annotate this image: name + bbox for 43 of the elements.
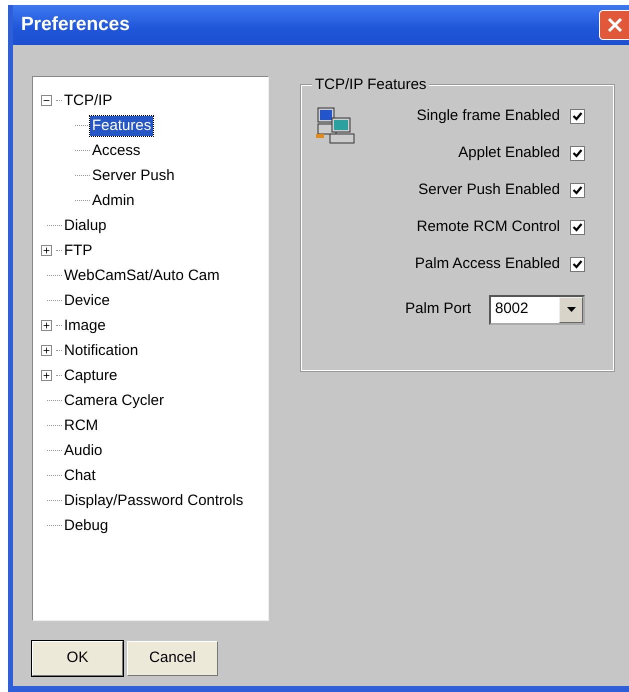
tree-item[interactable]: WebCamSat/Auto Cam bbox=[62, 266, 222, 286]
close-button[interactable] bbox=[599, 10, 629, 40]
tree-item[interactable]: FTP bbox=[62, 240, 94, 260]
option-label: Applet Enabled bbox=[458, 143, 560, 164]
tree-item[interactable]: Notification bbox=[62, 340, 140, 360]
option-label: Palm Access Enabled bbox=[414, 254, 560, 274]
tree-item[interactable]: Dialup bbox=[62, 216, 109, 236]
close-icon bbox=[606, 17, 622, 33]
window-title: Preferences bbox=[21, 12, 130, 37]
checkbox[interactable] bbox=[570, 257, 585, 272]
expand-icon[interactable] bbox=[41, 345, 52, 356]
checkbox[interactable] bbox=[570, 109, 585, 124]
network-computers-icon bbox=[316, 106, 356, 146]
option-label: Remote RCM Control bbox=[416, 217, 560, 238]
tree-item[interactable]: TCP/IP bbox=[62, 90, 114, 110]
option-label: Server Push Enabled bbox=[418, 180, 560, 200]
tree-item[interactable]: Audio bbox=[62, 440, 104, 460]
option-label: Single frame Enabled bbox=[416, 106, 560, 126]
tree-item[interactable]: Access bbox=[90, 140, 142, 160]
field-label: Palm Port bbox=[405, 299, 471, 320]
dropdown-button[interactable] bbox=[559, 296, 583, 322]
collapse-icon[interactable] bbox=[41, 95, 52, 106]
expand-icon[interactable] bbox=[41, 245, 52, 256]
caret-icon bbox=[566, 307, 576, 312]
tree-item[interactable]: Features bbox=[90, 116, 154, 136]
tree-item[interactable]: Camera Cycler bbox=[62, 390, 166, 410]
tree-item[interactable]: Image bbox=[62, 316, 108, 336]
tree-item[interactable]: Debug bbox=[62, 516, 110, 536]
checkbox[interactable] bbox=[570, 146, 585, 161]
tree-item[interactable]: Admin bbox=[90, 190, 137, 210]
dialog-button[interactable]: OK bbox=[32, 641, 123, 676]
expand-icon[interactable] bbox=[41, 370, 52, 381]
tree-item[interactable]: Device bbox=[62, 290, 112, 310]
expand-icon[interactable] bbox=[41, 320, 52, 331]
port-dropdown[interactable]: 8002 bbox=[489, 294, 585, 324]
tree-item[interactable]: Chat bbox=[62, 466, 98, 486]
dialog-button[interactable]: Cancel bbox=[127, 641, 218, 676]
tree-item[interactable]: Capture bbox=[62, 366, 120, 386]
tree-item[interactable]: Display/Password Controls bbox=[62, 490, 246, 510]
tree-item[interactable]: RCM bbox=[62, 416, 100, 436]
checkbox[interactable] bbox=[570, 183, 585, 198]
tree-item[interactable]: Server Push bbox=[90, 166, 177, 186]
checkbox[interactable] bbox=[570, 220, 585, 235]
